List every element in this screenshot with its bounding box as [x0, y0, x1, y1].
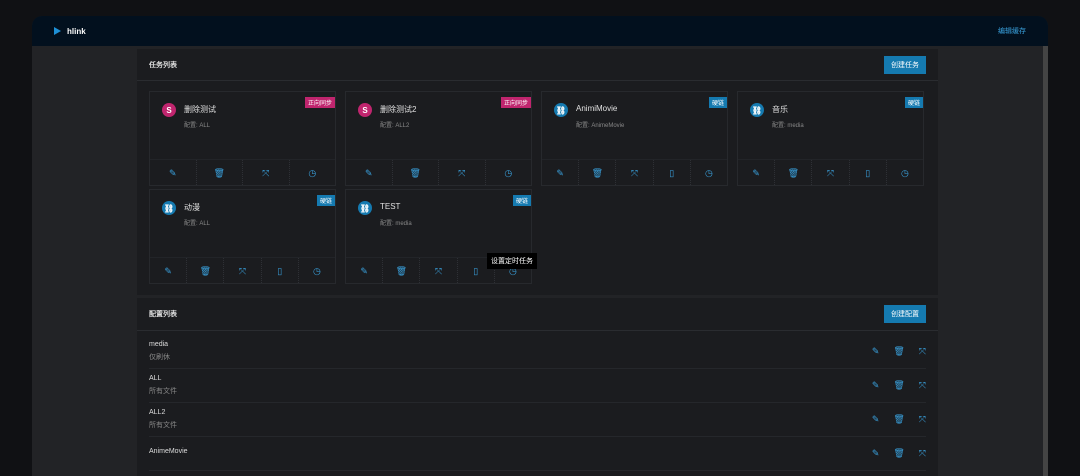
config-desc: 所有文件	[149, 422, 177, 429]
expand-icon[interactable]: ⤧	[919, 380, 926, 390]
app-window: hlink 编辑缓存 任务列表 创建任务 S 删除测试 配置: ALL 正向同步 …	[32, 16, 1048, 476]
delete-icon[interactable]: 🗑	[893, 380, 904, 390]
section-title: 配置列表	[149, 311, 177, 318]
edit-cache-link[interactable]: 编辑缓存	[998, 26, 1026, 36]
expand-icon[interactable]: ⤧	[242, 160, 289, 185]
task-grid: S 删除测试 配置: ALL 正向同步 ✎ 🗑 ⤧ ◷ S 删除测试2 配置: ALL2…	[149, 91, 926, 284]
expand-icon[interactable]: ⤧	[615, 160, 652, 185]
expand-icon[interactable]: ⤧	[919, 346, 926, 356]
config-name: ALL	[149, 375, 162, 382]
edit-icon[interactable]: ✎	[872, 380, 880, 390]
config-name: ALL2	[149, 409, 166, 416]
task-card[interactable]: ⛓ 音乐 配置: media 硬链 ✎ 🗑 ⤧ ▯ ◷	[737, 91, 924, 186]
delete-icon[interactable]: 🗑	[186, 258, 223, 283]
task-card[interactable]: ⛓ AnimiMovie 配置: AnimeMovie 硬链 ✎ 🗑 ⤧ ▯ ◷	[541, 91, 728, 186]
task-config: 配置: AnimeMovie	[576, 123, 625, 129]
task-panel: 任务列表 创建任务 S 删除测试 配置: ALL 正向同步 ✎ 🗑 ⤧ ◷ S 删除测试2…	[137, 49, 938, 295]
section-title: 任务列表	[149, 61, 177, 69]
link-icon: ⛓	[162, 201, 176, 215]
clock-icon[interactable]: ◷	[484, 160, 532, 185]
task-name: TEST	[380, 202, 401, 211]
delete-icon[interactable]: 🗑	[893, 346, 904, 356]
scrollbar[interactable]	[1043, 46, 1048, 476]
task-config: 配置: media	[380, 221, 412, 227]
delete-icon[interactable]: 🗑	[391, 160, 439, 185]
expand-icon[interactable]: ⤧	[919, 414, 926, 424]
task-type-badge: 硬链	[512, 195, 531, 206]
edit-icon[interactable]: ✎	[346, 160, 392, 185]
expand-icon[interactable]: ⤧	[419, 258, 456, 283]
edit-icon[interactable]: ✎	[738, 160, 774, 185]
sync-icon: S	[358, 103, 372, 117]
task-name: 动漫	[184, 203, 200, 212]
task-type-badge: 硬链	[904, 97, 923, 108]
config-row: ALL 所有文件 ✎ 🗑 ⤧	[149, 369, 926, 403]
copy-icon[interactable]: ▯	[848, 160, 886, 185]
tooltip: 设置定时任务	[487, 253, 537, 269]
delete-icon[interactable]: 🗑	[578, 160, 615, 185]
create-config-button[interactable]: 创建配置	[884, 305, 926, 323]
link-icon: ⛓	[750, 103, 764, 117]
app-name: hlink	[67, 26, 86, 36]
task-config: 配置: ALL	[184, 221, 211, 227]
link-icon: ⛓	[554, 103, 568, 117]
sync-icon: S	[162, 103, 176, 117]
edit-icon[interactable]: ✎	[150, 160, 196, 185]
link-icon: ⛓	[358, 201, 372, 215]
task-config: 配置: ALL	[184, 123, 211, 129]
top-bar: hlink 编辑缓存	[32, 16, 1048, 46]
task-type-badge: 正向同步	[304, 97, 335, 108]
edit-icon[interactable]: ✎	[150, 258, 186, 283]
delete-icon[interactable]: 🗑	[195, 160, 243, 185]
create-task-button[interactable]: 创建任务	[884, 55, 926, 74]
expand-icon[interactable]: ⤧	[438, 160, 485, 185]
task-card[interactable]: ⛓ TEST 配置: media 硬链 ✎ 🗑 ⤧ ▯ ◷	[345, 189, 532, 284]
config-row: ALL2 所有文件 ✎ 🗑 ⤧	[149, 403, 926, 437]
edit-icon[interactable]: ✎	[542, 160, 578, 185]
logo[interactable]: hlink	[54, 27, 86, 36]
edit-icon[interactable]: ✎	[872, 414, 880, 424]
config-desc: 仅刷休	[149, 354, 170, 361]
task-card[interactable]: ⛓ 动漫 配置: ALL 硬链 ✎ 🗑 ⤧ ▯ ◷	[149, 189, 336, 284]
task-card[interactable]: S 删除测试 配置: ALL 正向同步 ✎ 🗑 ⤧ ◷	[149, 91, 336, 186]
clock-icon[interactable]: ◷	[297, 258, 335, 283]
clock-icon[interactable]: ◷	[885, 160, 923, 185]
edit-icon[interactable]: ✎	[872, 346, 880, 356]
task-name: 音乐	[772, 105, 788, 114]
copy-icon[interactable]: ▯	[260, 258, 298, 283]
config-row: AnimeMovie ✎ 🗑 ⤧	[149, 437, 926, 471]
task-type-badge: 硬链	[316, 195, 335, 206]
task-config: 配置: media	[772, 123, 804, 129]
task-type-badge: 正向同步	[500, 97, 531, 108]
clock-icon[interactable]: ◷	[288, 160, 336, 185]
clock-icon[interactable]: ◷	[689, 160, 727, 185]
task-name: AnimiMovie	[576, 104, 618, 113]
task-config: 配置: ALL2	[380, 123, 410, 129]
delete-icon[interactable]: 🗑	[774, 160, 811, 185]
expand-icon[interactable]: ⤧	[811, 160, 848, 185]
config-row: media 仅刷休 ✎ 🗑 ⤧	[149, 335, 926, 369]
task-name: 删除测试	[184, 105, 216, 114]
config-desc: 所有文件	[149, 388, 177, 395]
delete-icon[interactable]: 🗑	[382, 258, 419, 283]
config-name: AnimeMovie	[149, 448, 188, 455]
config-panel: 配置列表 创建配置 media 仅刷休 ✎ 🗑 ⤧ ALL 所有文件 ✎ 🗑 ⤧ ALL2 所有文件…	[137, 298, 938, 476]
task-card[interactable]: S 删除测试2 配置: ALL2 正向同步 ✎ 🗑 ⤧ ◷	[345, 91, 532, 186]
expand-icon[interactable]: ⤧	[223, 258, 260, 283]
task-type-badge: 硬链	[708, 97, 727, 108]
edit-icon[interactable]: ✎	[346, 258, 382, 283]
delete-icon[interactable]: 🗑	[893, 414, 904, 424]
copy-icon[interactable]: ▯	[652, 160, 690, 185]
config-name: media	[149, 341, 169, 348]
play-icon	[54, 27, 61, 35]
task-name: 删除测试2	[380, 105, 417, 114]
